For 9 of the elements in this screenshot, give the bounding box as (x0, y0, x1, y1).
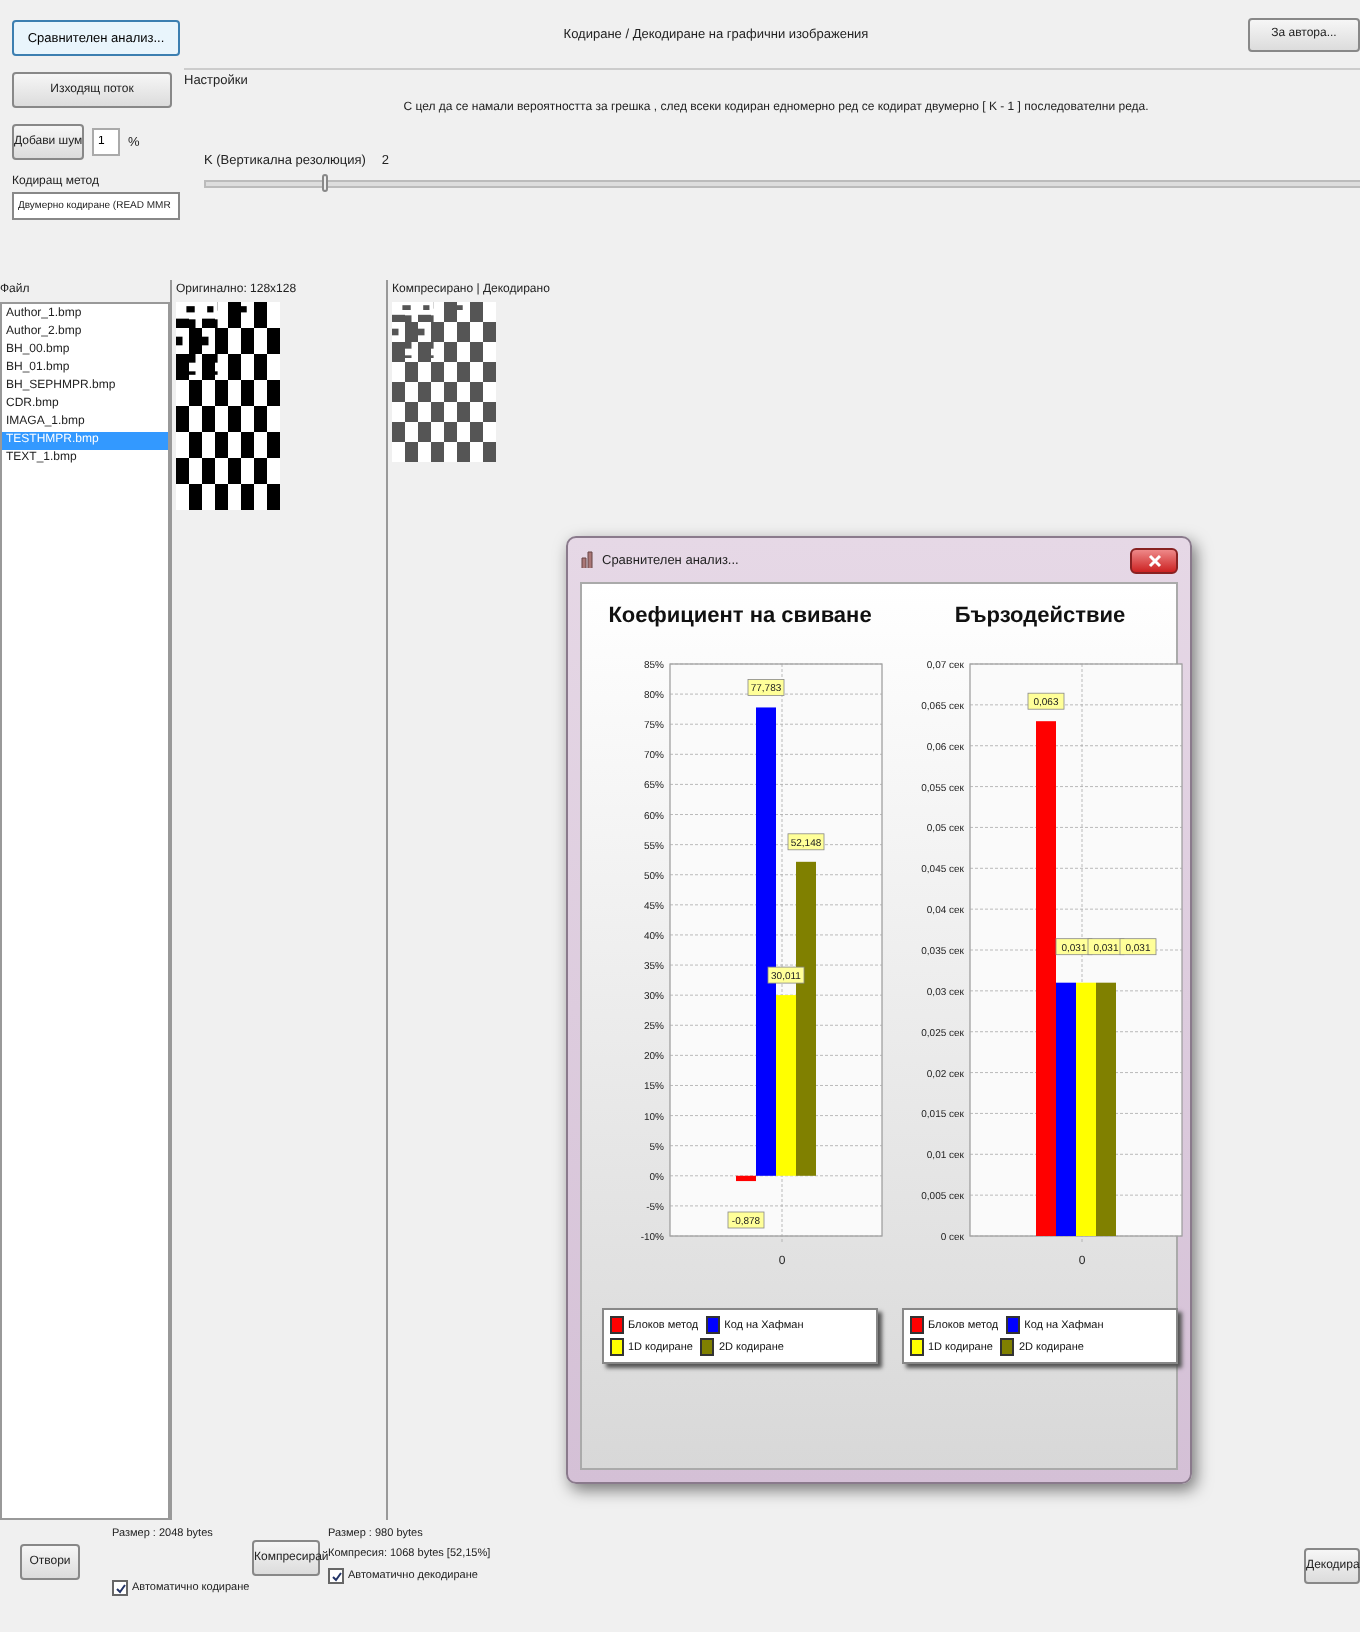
chart-icon (580, 550, 596, 570)
close-icon (1147, 553, 1161, 567)
chart-title: Коефициент на свиване (608, 604, 872, 628)
slider-thumb[interactable] (322, 174, 328, 192)
k-slider[interactable] (204, 180, 1360, 188)
chart-title: Бързодействие (954, 604, 1126, 628)
checkbox[interactable] (112, 1580, 128, 1596)
close-button[interactable] (1130, 547, 1178, 573)
checkbox[interactable] (328, 1568, 344, 1584)
